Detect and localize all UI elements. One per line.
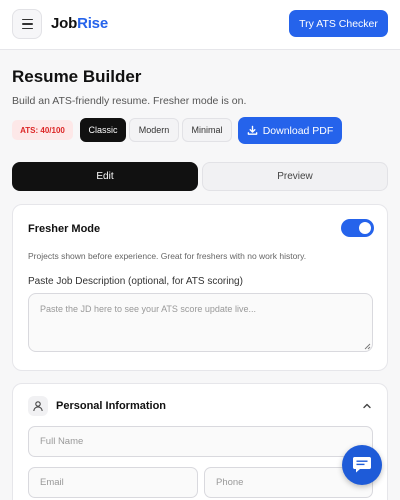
chat-icon [353,457,371,473]
fresher-mode-description: Projects shown before experience. Great … [28,251,307,261]
template-classic-button[interactable]: Classic [80,118,126,142]
full-name-input[interactable] [28,426,373,457]
template-minimal-button[interactable]: Minimal [182,118,232,142]
page-subtitle: Build an ATS-friendly resume. Fresher mo… [12,95,247,107]
tab-preview[interactable]: Preview [202,162,388,191]
fresher-mode-title: Fresher Mode [28,223,101,235]
brand-text-job: Job [51,15,78,32]
page-title: Resume Builder [12,67,142,86]
toggle-knob [359,222,371,234]
email-input[interactable] [28,467,198,498]
personal-information-card: Personal Information [12,383,388,500]
fresher-mode-card: Fresher Mode Projects shown before exper… [12,204,388,371]
personal-information-title[interactable]: Personal Information [56,400,166,412]
brand-logo[interactable]: JobRise [51,15,108,32]
menu-button[interactable] [12,9,42,39]
chat-button[interactable] [342,445,382,485]
person-icon [33,401,43,412]
ats-score-badge: ATS: 40/100 [12,120,73,140]
job-description-input[interactable] [28,293,373,352]
tab-edit[interactable]: Edit [12,162,198,191]
menu-icon [21,18,33,21]
resize-grip-icon[interactable] [363,342,371,350]
job-description-label: Paste Job Description (optional, for ATS… [28,276,243,287]
chevron-up-icon[interactable] [361,400,373,412]
app-header: JobRise Try ATS Checker [0,0,400,50]
fresher-mode-toggle[interactable] [341,219,374,237]
try-ats-checker-button[interactable]: Try ATS Checker [289,10,388,37]
brand-text-rise: Rise [77,15,108,32]
download-pdf-button[interactable]: Download PDF [238,117,342,144]
template-modern-button[interactable]: Modern [129,118,179,142]
download-icon [247,125,257,135]
person-icon-box [28,396,48,416]
download-pdf-label: Download PDF [262,124,334,137]
